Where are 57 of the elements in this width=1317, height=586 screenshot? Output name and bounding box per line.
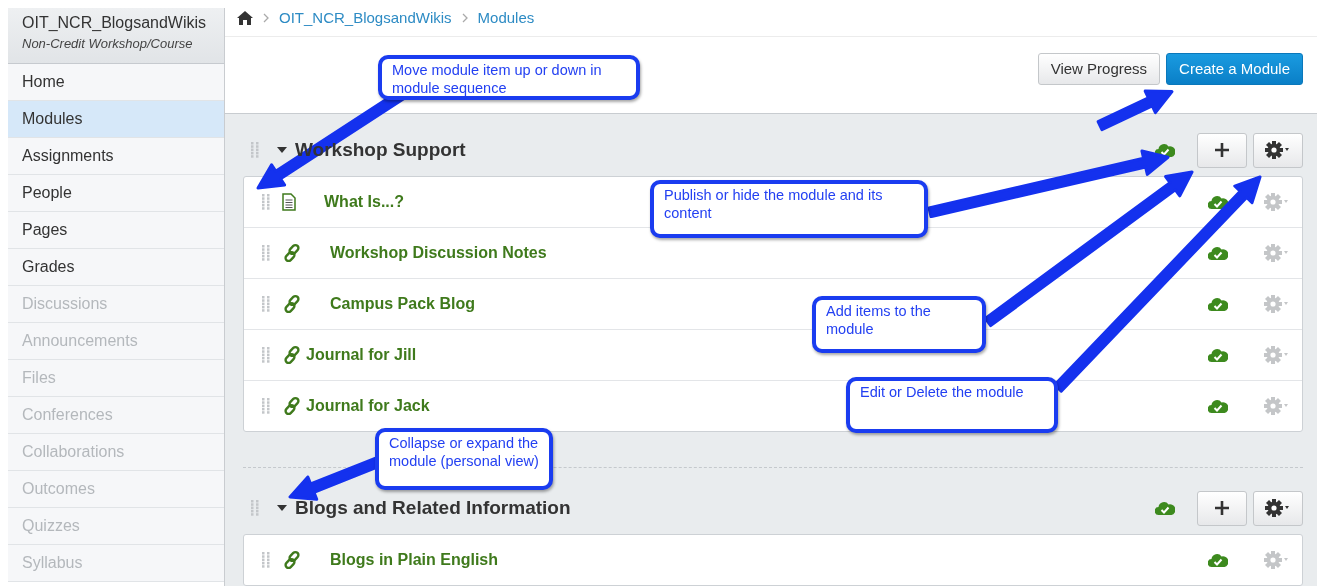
plus-icon [1214, 142, 1230, 158]
add-item-button[interactable] [1197, 132, 1247, 168]
item-title[interactable]: What Is...? [324, 193, 404, 211]
create-module-button[interactable]: Create a Module [1166, 52, 1303, 85]
item-title[interactable]: Campus Pack Blog [330, 295, 475, 313]
link-icon [282, 550, 302, 570]
item-title[interactable]: Journal for Jack [306, 397, 430, 415]
settings-button[interactable] [1253, 132, 1303, 168]
add-item-button[interactable] [1197, 490, 1247, 526]
breadcrumb-link[interactable]: OIT_NCR_BlogsandWikis [279, 9, 452, 27]
drag-handle-icon[interactable] [262, 398, 270, 414]
item-title[interactable]: Blogs in Plain English [330, 551, 498, 569]
home-icon[interactable] [237, 10, 253, 25]
collapse-caret-icon[interactable] [277, 147, 287, 153]
settings-button[interactable] [1253, 490, 1303, 526]
drag-handle-icon[interactable] [251, 500, 259, 516]
sidebar-item[interactable]: Assignments [8, 138, 224, 175]
cloud-check-icon[interactable] [1208, 398, 1228, 414]
link-icon [282, 243, 302, 263]
callout: Collapse or expand the module (personal view) [375, 428, 553, 490]
sidebar-item[interactable]: People [8, 175, 224, 212]
plus-icon [1214, 500, 1230, 516]
chevron-icon [263, 12, 269, 23]
collapse-caret-icon[interactable] [277, 505, 287, 511]
cloud-check-icon[interactable] [1208, 245, 1228, 261]
sidebar-item[interactable]: Modules [8, 101, 224, 138]
cloud-check-icon[interactable] [1208, 296, 1228, 312]
drag-handle-icon[interactable] [262, 194, 270, 210]
item-title[interactable]: Journal for Jill [306, 346, 417, 364]
cloud-check-icon[interactable] [1155, 500, 1175, 516]
sidebar-item[interactable]: Pages [8, 212, 224, 249]
settings-icon [1265, 141, 1291, 159]
callout: Move module item up or down in module sequence [378, 55, 640, 100]
item-title[interactable]: Workshop Discussion Notes [330, 244, 547, 262]
drag-handle-icon[interactable] [262, 552, 270, 568]
link-icon [282, 396, 302, 416]
course-subtitle: Non-Credit Workshop/Course [22, 36, 194, 51]
sidebar-item[interactable]: Home [8, 64, 224, 101]
link-icon [282, 345, 302, 365]
cloud-check-icon[interactable] [1208, 552, 1228, 568]
drag-handle-icon[interactable] [262, 347, 270, 363]
drag-handle-icon[interactable] [262, 245, 270, 261]
course-title: OIT_NCR_BlogsandWikis [22, 14, 208, 32]
drag-handle-icon[interactable] [262, 296, 270, 312]
callout: Edit or Delete the module [846, 377, 1058, 433]
drag-handle-icon[interactable] [251, 142, 259, 158]
chevron-icon [461, 12, 468, 23]
sidebar-item[interactable]: Grades [8, 249, 224, 286]
document-icon [282, 193, 296, 211]
breadcrumb-link[interactable]: Modules [477, 9, 535, 27]
view-progress-button[interactable]: View Progress [1037, 52, 1161, 85]
module-title: Blogs and Related Information [295, 497, 571, 519]
callout: Publish or hide the module and its content [650, 180, 928, 238]
cloud-check-icon[interactable] [1208, 347, 1228, 363]
callout: Add items to the module [812, 296, 986, 353]
settings-icon [1265, 499, 1291, 517]
link-icon [282, 294, 302, 314]
